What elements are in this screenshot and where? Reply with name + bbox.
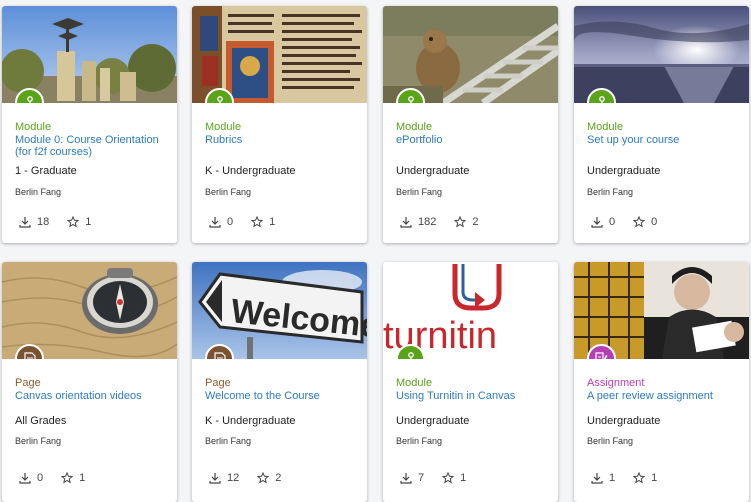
download-icon [400,473,412,484]
grade-level: 1 - Graduate [15,165,77,177]
card-thumbnail [2,262,177,359]
star-icon[interactable] [67,216,80,228]
grade-level: K - Undergraduate [205,165,296,177]
card-thumbnail [192,6,367,103]
download-icon [209,217,221,228]
resource-type: Page [205,377,231,389]
download-icon [400,217,412,228]
resource-type: Module [15,121,52,133]
resource-title-link[interactable]: Using Turnitin in Canvas [396,390,550,402]
resource-type: Module [396,121,433,133]
grade-level: All Grades [15,415,67,427]
download-count: 1 [609,472,616,484]
favorite-count: 1 [651,472,658,484]
grade-level: Undergraduate [396,415,470,427]
download-icon [591,473,603,484]
favorite-count: 1 [79,472,86,484]
resource-card[interactable]: Module Module 0: Course Orientation (for… [2,6,177,243]
author-name: Berlin Fang [15,436,62,446]
author-name: Berlin Fang [396,187,443,197]
resource-title-link[interactable]: Rubrics [205,134,359,146]
resource-card[interactable]: Assignment A peer review assignment Unde… [574,262,749,502]
resource-card[interactable]: Module ePortfolio Undergraduate Berlin F… [383,6,558,243]
download-count: 7 [418,472,425,484]
star-icon[interactable] [633,472,646,484]
resource-type: Module [587,121,624,133]
favorite-count: 2 [275,472,282,484]
resource-card[interactable]: turnitin Module Using Turnitin in Canvas… [383,262,558,502]
resource-type: Module [396,377,433,389]
download-count: 18 [37,216,50,228]
author-name: Berlin Fang [15,187,62,197]
download-icon [591,217,603,228]
grade-level: Undergraduate [587,415,661,427]
grade-level: Undergraduate [396,165,470,177]
grade-level: Undergraduate [587,165,661,177]
resource-card[interactable]: Module Rubrics K - Undergraduate Berlin … [192,6,367,243]
download-icon [19,473,31,484]
download-count: 0 [37,472,44,484]
card-thumbnail [574,6,749,103]
download-icon [209,473,221,484]
card-thumbnail [383,6,558,103]
download-count: 182 [418,216,437,228]
card-thumbnail: Welcome [192,262,367,359]
favorite-count: 1 [460,472,467,484]
author-name: Berlin Fang [587,187,634,197]
grade-level: K - Undergraduate [205,415,296,427]
favorite-count: 1 [269,216,276,228]
resource-card[interactable]: Welcome Page Welcome to the Course K - U… [192,262,367,502]
author-name: Berlin Fang [205,436,252,446]
star-icon[interactable] [61,472,74,484]
star-icon[interactable] [442,472,455,484]
resource-type: Module [205,121,242,133]
card-thumbnail: turnitin [383,262,558,359]
author-name: Berlin Fang [396,436,443,446]
resource-type: Page [15,377,41,389]
resource-title-link[interactable]: Canvas orientation videos [15,390,169,402]
resource-card[interactable]: Module Set up your course Undergraduate … [574,6,749,243]
resource-type: Assignment [587,377,645,389]
card-thumbnail [2,6,177,103]
download-icon [19,217,31,228]
resource-card[interactable]: Page Canvas orientation videos All Grade… [2,262,177,502]
author-name: Berlin Fang [205,187,252,197]
star-icon[interactable] [633,216,646,228]
favorite-count: 2 [472,216,479,228]
resource-title-link[interactable]: A peer review assignment [587,390,741,402]
favorite-count: 0 [651,216,658,228]
favorite-count: 1 [85,216,92,228]
star-icon[interactable] [251,216,264,228]
star-icon[interactable] [257,472,270,484]
star-icon[interactable] [454,216,467,228]
resource-title-link[interactable]: Set up your course [587,134,741,146]
resource-title-link[interactable]: ePortfolio [396,134,550,146]
download-count: 12 [227,472,240,484]
resource-title-link[interactable]: Welcome to the Course [205,390,359,402]
author-name: Berlin Fang [587,436,634,446]
resource-title-link[interactable]: Module 0: Course Orientation (for f2f co… [15,134,169,158]
download-count: 0 [227,216,234,228]
download-count: 0 [609,216,616,228]
card-thumbnail [574,262,749,359]
